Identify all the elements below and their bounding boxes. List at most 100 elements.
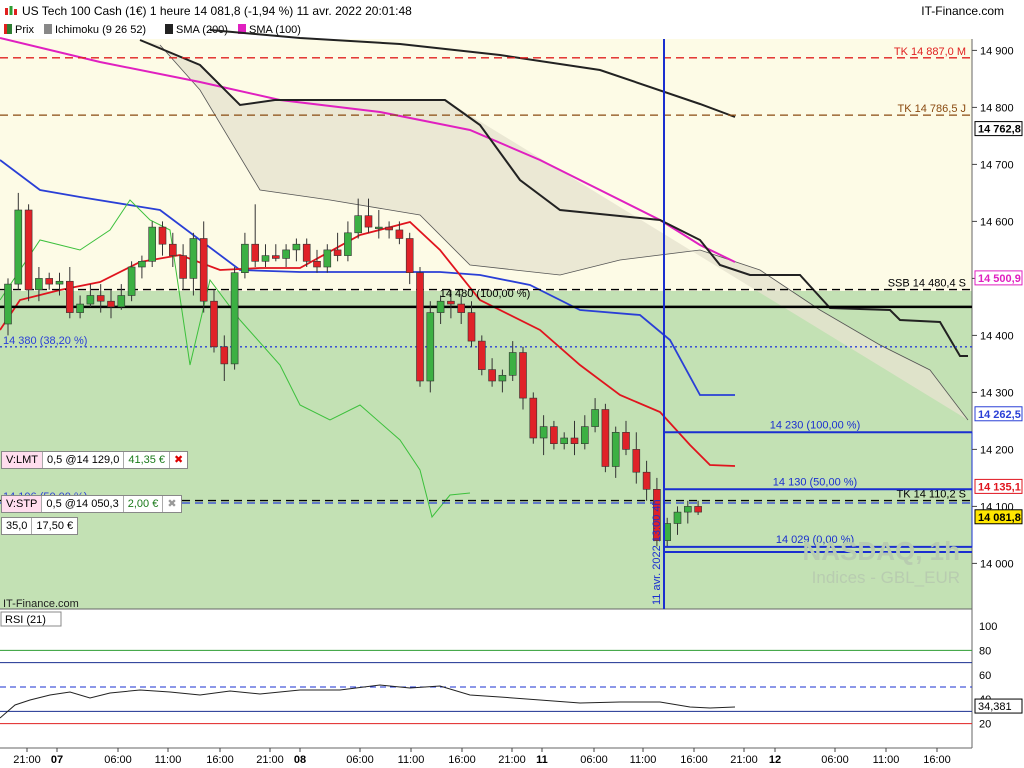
order-detail: 0,5 @14 129,0	[43, 452, 125, 468]
candle	[354, 215, 363, 234]
fibo-label: 14 130 (50,00 %)	[773, 476, 857, 488]
watermark-market: Indices - GBL_EUR	[812, 568, 960, 587]
candle	[333, 249, 342, 256]
candle	[323, 249, 332, 268]
close-order-icon[interactable]: ✖	[163, 496, 180, 512]
order-qty: 35,0	[2, 518, 33, 534]
candle	[107, 300, 115, 308]
y-tick-label: 14 900	[980, 45, 1014, 57]
x-tick-label: 16:00	[206, 754, 234, 766]
x-tick-label: 16:00	[923, 754, 951, 766]
candle	[436, 300, 445, 313]
order-detail: 0,5 @14 050,3	[42, 496, 124, 512]
x-tick-label: 11:00	[873, 754, 900, 766]
y-tick-label: 14 400	[980, 330, 1014, 342]
y-tick-label: 14 000	[980, 558, 1014, 570]
legend-swatch	[165, 24, 173, 34]
chart-app-icon	[5, 6, 17, 15]
x-tick-label: 07	[51, 754, 63, 766]
tenkan-sen-line	[0, 221, 736, 467]
level-label: TK 14 110,2 S	[896, 489, 966, 501]
candle	[529, 397, 538, 439]
candle	[4, 283, 12, 325]
legend-swatch	[44, 24, 52, 34]
candle	[76, 303, 84, 313]
title-bar: US Tech 100 Cash (1€) 1 heure 14 081,8 (…	[0, 0, 1024, 22]
candle	[313, 260, 321, 268]
x-tick-label: 16:00	[680, 754, 708, 766]
legend-item-sma200[interactable]: SMA (200)	[165, 22, 228, 39]
candle	[302, 243, 311, 262]
candle	[230, 272, 239, 365]
copyright-label: IT-Finance.com	[3, 598, 79, 610]
price-tag	[974, 121, 1023, 137]
candle	[416, 272, 424, 382]
candle	[210, 300, 218, 348]
x-tick-label: 11:00	[155, 754, 182, 766]
y-tick-label: 14 300	[980, 387, 1014, 399]
candle	[663, 523, 672, 541]
candle	[86, 295, 95, 305]
legend-item-sma100[interactable]: SMA (100)	[238, 22, 301, 39]
kijun-line	[139, 39, 968, 357]
candle	[14, 209, 23, 285]
fibo-label: 14 029 (0,00 %)	[776, 534, 854, 546]
order-value: 41,35 €	[124, 452, 171, 468]
y-tick-label: 14 200	[980, 444, 1014, 456]
candle	[96, 295, 105, 302]
candle	[35, 278, 43, 291]
candle	[261, 255, 270, 262]
order-stop-sell[interactable]: V:STP 0,5 @14 050,3 2,00 € ✖	[1, 495, 182, 513]
candle	[426, 312, 435, 382]
candle	[374, 226, 383, 229]
rsi-tick-label: 80	[979, 645, 991, 657]
candle	[642, 471, 651, 490]
candle	[251, 243, 259, 262]
candle	[220, 346, 229, 365]
candle	[539, 426, 548, 439]
x-tick-label: 12	[769, 754, 781, 766]
legend-swatch	[238, 24, 246, 34]
x-tick-label: 11:00	[630, 754, 657, 766]
ichimoku-span-b	[159, 44, 969, 421]
legend-label: SMA (100)	[249, 24, 301, 36]
x-tick-label: 16:00	[448, 754, 476, 766]
candle	[344, 232, 352, 256]
legend-label: Prix	[15, 24, 34, 36]
candle	[395, 229, 404, 239]
chikou-span-line	[0, 199, 471, 519]
rsi-tick-label: 100	[979, 621, 997, 633]
x-tick-label: 06:00	[580, 754, 608, 766]
candle	[683, 506, 692, 513]
price-tag-label: 14 081,8	[978, 512, 1021, 524]
candle	[138, 260, 146, 268]
x-tick-label: 11	[536, 754, 548, 766]
candle	[364, 215, 373, 228]
legend-swatch	[4, 24, 12, 34]
candle	[611, 431, 620, 467]
sma200-line	[209, 29, 736, 118]
candle	[117, 295, 126, 308]
x-tick-label: 06:00	[346, 754, 374, 766]
x-tick-label: 06:00	[104, 754, 132, 766]
x-tick-label: 21:00	[498, 754, 526, 766]
candle	[560, 437, 569, 444]
order-limit-sell[interactable]: V:LMT 0,5 @14 129,0 41,35 € ✖	[1, 451, 189, 469]
fibo-overlay-label: 14 480 (100,00 %)	[440, 288, 531, 300]
crosshair-time-label: 11 avr. 2022 13:00 4h	[651, 499, 663, 605]
candle	[591, 409, 599, 427]
price-tag	[974, 406, 1023, 422]
legend-item-price[interactable]: Prix	[4, 22, 34, 39]
close-order-icon[interactable]: ✖	[170, 452, 187, 468]
rsi-tick-label: 60	[979, 670, 991, 682]
lower-zone-bg	[0, 291, 972, 609]
price-chart[interactable]: TK 14 887,0 M TK 14 786,5 J SSB 14 480,4 S…	[0, 0, 1024, 768]
legend-item-ichimoku[interactable]: Ichimoku (9 26 52)	[44, 22, 146, 39]
order-type: V:STP	[2, 496, 43, 512]
rsi-label-box[interactable]	[0, 611, 62, 627]
y-tick-label: 14 800	[980, 102, 1014, 114]
candle	[241, 243, 249, 273]
fibo-box	[663, 431, 973, 548]
order-extra-row[interactable]: 35,0 17,50 €	[1, 517, 79, 535]
x-tick-label: 08	[294, 754, 306, 766]
